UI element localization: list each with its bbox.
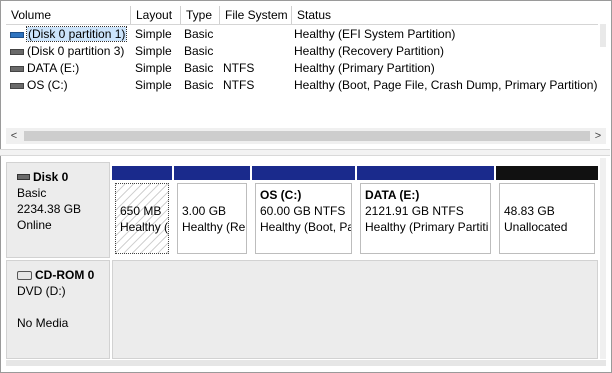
partition-name: DATA (E:) [365, 188, 420, 202]
vertical-scrollbar[interactable] [600, 24, 606, 47]
volume-file-system: NTFS [223, 61, 255, 75]
volume-layout: Simple [135, 27, 172, 41]
cdrom-icon [17, 270, 32, 280]
volume-type: Basic [184, 78, 214, 92]
disk-0-partition-strip: 650 MB Healthy ( 3.00 GB Healthy (Re OS … [112, 166, 598, 257]
volume-icon [10, 82, 24, 89]
partition-block[interactable]: 3.00 GB Healthy (Re [174, 166, 250, 257]
volume-status: Healthy (Primary Partition) [294, 61, 435, 75]
cdrom-type: DVD (D:) [17, 284, 66, 298]
cdrom-0-label[interactable]: CD-ROM 0 DVD (D:) No Media [6, 260, 110, 359]
volume-layout: Simple [135, 44, 172, 58]
graphical-view-scrollbar[interactable] [600, 158, 606, 359]
pane-splitter[interactable] [0, 149, 610, 156]
volume-name: (Disk 0 partition 3) [27, 44, 125, 58]
partition-name [504, 187, 594, 203]
disk-icon [17, 174, 30, 180]
partition-bar [252, 166, 355, 180]
volume-list-header: Volume Layout Type File System Status [6, 6, 598, 25]
partition-size: 60.00 GB NTFS [260, 204, 346, 218]
partition-name [120, 187, 168, 203]
disk-title: Disk 0 [33, 170, 69, 184]
volume-name: DATA (E:) [27, 61, 80, 75]
volume-row[interactable]: (Disk 0 partition 3) Simple Basic Health… [6, 43, 598, 60]
volume-layout: Simple [135, 78, 172, 92]
column-header-status[interactable]: Status [292, 6, 598, 24]
partition-status: Healthy (Primary Partiti [365, 220, 489, 234]
disk-0-label[interactable]: Disk 0 Basic 2234.38 GB Online [6, 162, 110, 258]
disk-state: Online [17, 218, 52, 232]
partition-name [182, 187, 246, 203]
cdrom-title: CD-ROM 0 [35, 268, 95, 282]
column-header-layout[interactable]: Layout [131, 6, 181, 24]
horizontal-scrollbar[interactable]: < > [6, 128, 606, 144]
volume-icon [10, 65, 24, 72]
partition-block[interactable]: OS (C:) 60.00 GB NTFS Healthy (Boot, Pa [252, 166, 355, 257]
scroll-right-button[interactable]: > [590, 128, 606, 144]
partition-status: Healthy (Re [182, 220, 246, 234]
volume-type: Basic [184, 44, 214, 58]
volume-icon [10, 31, 24, 38]
volume-type: Basic [184, 61, 214, 75]
volume-name: (Disk 0 partition 1) [25, 26, 128, 42]
cdrom-0-strip[interactable] [112, 260, 598, 359]
partition-status: Healthy ( [120, 220, 169, 234]
partition-block[interactable]: 48.83 GB Unallocated [496, 166, 598, 257]
column-header-volume[interactable]: Volume [6, 6, 131, 24]
scroll-left-button[interactable]: < [6, 128, 22, 144]
volume-row[interactable]: (Disk 0 partition 1) Simple Basic Health… [6, 26, 598, 43]
volume-row[interactable]: OS (C:) Simple Basic NTFS Healthy (Boot,… [6, 77, 598, 94]
disk-type: Basic [17, 186, 47, 200]
volume-type: Basic [184, 27, 214, 41]
partition-status: Healthy (Boot, Pa [260, 220, 352, 234]
volume-row[interactable]: DATA (E:) Simple Basic NTFS Healthy (Pri… [6, 60, 598, 77]
cdrom-media: No Media [17, 316, 69, 330]
partition-bar [357, 166, 494, 180]
column-header-file-system[interactable]: File System [220, 6, 292, 24]
partition-block[interactable]: DATA (E:) 2121.91 GB NTFS Healthy (Prima… [357, 166, 494, 257]
column-header-type[interactable]: Type [181, 6, 220, 24]
partition-bar [174, 166, 250, 180]
volume-file-system: NTFS [223, 78, 255, 92]
volume-icon [10, 48, 24, 55]
partition-name: OS (C:) [260, 188, 302, 202]
partition-size: 2121.91 GB NTFS [365, 204, 464, 218]
status-strip [6, 360, 606, 366]
partition-size: 3.00 GB [182, 204, 227, 218]
partition-block[interactable]: 650 MB Healthy ( [112, 166, 172, 257]
partition-bar [112, 166, 172, 180]
partition-bar [496, 166, 598, 180]
disk-size: 2234.38 GB [17, 202, 82, 216]
volume-status: Healthy (EFI System Partition) [294, 27, 456, 41]
volume-name: OS (C:) [27, 78, 68, 92]
partition-status: Unallocated [504, 220, 568, 234]
scrollbar-thumb[interactable] [24, 131, 590, 141]
volume-status: Healthy (Boot, Page File, Crash Dump, Pr… [294, 78, 598, 92]
partition-size: 650 MB [120, 204, 162, 218]
partition-size: 48.83 GB [504, 204, 555, 218]
volume-layout: Simple [135, 61, 172, 75]
volume-status: Healthy (Recovery Partition) [294, 44, 445, 58]
